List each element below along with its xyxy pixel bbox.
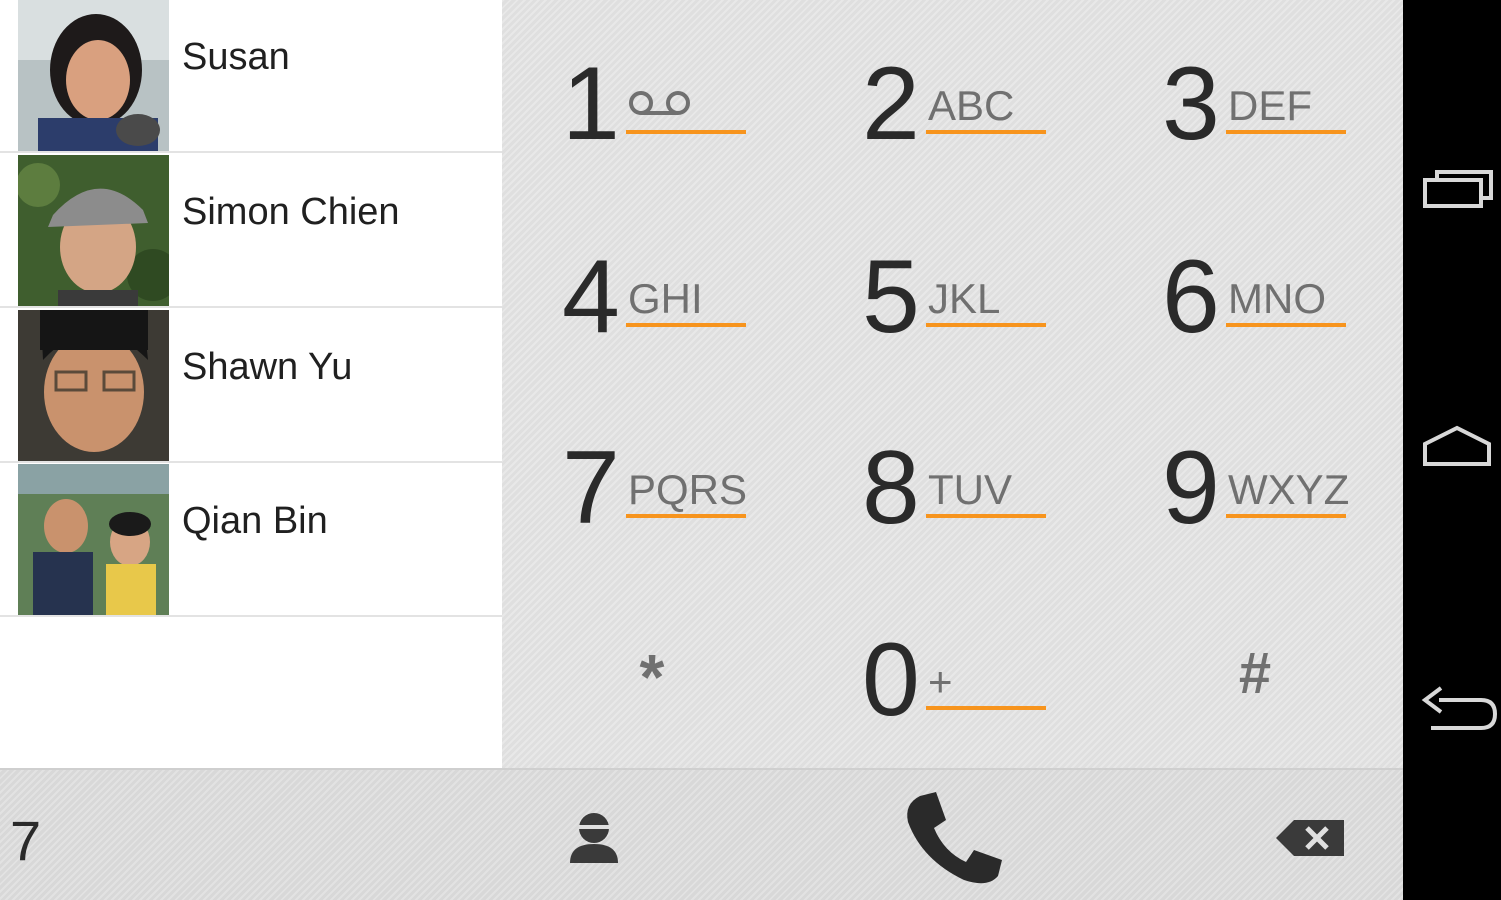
contact-row-susan[interactable]: Susan [0, 0, 502, 153]
key-letters: + [928, 658, 953, 705]
add-contact-button[interactable] [564, 808, 624, 868]
home-icon [1421, 425, 1497, 484]
key-digit: 4 [562, 239, 620, 355]
add-contact-icon [564, 813, 624, 872]
key-letters: WXYZ [1228, 466, 1350, 513]
key-underline [926, 323, 1046, 327]
contact-name: Simon Chien [182, 191, 400, 233]
back-button[interactable] [1421, 680, 1498, 740]
contact-name: Shawn Yu [182, 346, 353, 388]
contact-photo [18, 310, 169, 461]
system-nav-bar [1403, 0, 1501, 900]
dial-key-pound[interactable]: # [1105, 588, 1405, 778]
call-button[interactable] [902, 790, 1006, 890]
key-underline [1226, 514, 1346, 518]
contact-photo [18, 0, 169, 151]
key-digit: 0 [862, 622, 920, 738]
key-letters: TUV [928, 466, 1012, 513]
dial-key-7[interactable]: 7 PQRS [562, 396, 862, 586]
key-symbol: * [639, 641, 665, 713]
recent-apps-button[interactable] [1421, 160, 1497, 220]
recent-apps-icon [1421, 170, 1497, 224]
voicemail-icon [628, 90, 692, 123]
key-underline [1226, 323, 1346, 327]
key-digit: 9 [1162, 430, 1220, 546]
key-digit: 2 [862, 46, 920, 162]
key-underline [926, 706, 1046, 710]
dialed-digits-field[interactable]: 7 [10, 808, 41, 873]
key-underline [926, 514, 1046, 518]
key-letters: ABC [928, 82, 1015, 129]
key-underline [1226, 130, 1346, 134]
key-digit: 5 [862, 239, 920, 355]
key-digit: 1 [562, 46, 620, 162]
dial-key-2[interactable]: 2 ABC [862, 12, 1162, 202]
key-digit: 7 [562, 430, 620, 546]
key-digit: 8 [862, 430, 920, 546]
dial-key-8[interactable]: 8 TUV [862, 396, 1162, 586]
contact-row-shawn-yu[interactable]: Shawn Yu [0, 310, 502, 463]
key-underline [626, 130, 746, 134]
key-letters: DEF [1228, 82, 1312, 129]
dial-key-5[interactable]: 5 JKL [862, 205, 1162, 395]
dial-key-1[interactable]: 1 [562, 12, 862, 202]
key-digit: 3 [1162, 46, 1220, 162]
contact-name: Qian Bin [182, 500, 328, 542]
contact-photo [18, 155, 169, 306]
contact-row-qian-bin[interactable]: Qian Bin [0, 464, 502, 617]
key-letters: PQRS [628, 466, 748, 513]
dial-key-star[interactable]: * [502, 588, 802, 778]
dialer-bottom-bar: 7 [0, 768, 1403, 900]
key-symbol: # [1238, 641, 1272, 706]
contact-suggestions-list: Susan Simon Chien Shawn Yu Qian Bin [0, 0, 502, 768]
contact-photo [18, 464, 169, 615]
key-underline [626, 323, 746, 327]
key-underline [926, 130, 1046, 134]
key-letters: GHI [628, 275, 703, 322]
dialpad: 1 2 ABC 3 DEF 4 GHI 5 JKL 6 MNO 7 PQRS 8… [502, 0, 1403, 768]
backspace-button[interactable] [1274, 818, 1346, 858]
contact-row-simon-chien[interactable]: Simon Chien [0, 155, 502, 308]
backspace-icon [1274, 820, 1346, 862]
key-underline [626, 514, 746, 518]
contact-name: Susan [182, 36, 290, 78]
key-digit: 6 [1162, 239, 1220, 355]
phone-call-icon [902, 792, 1006, 894]
key-letters: MNO [1228, 275, 1326, 322]
home-button[interactable] [1421, 420, 1497, 480]
key-letters: JKL [928, 275, 1001, 322]
back-icon [1421, 686, 1498, 744]
dial-key-4[interactable]: 4 GHI [562, 205, 862, 395]
